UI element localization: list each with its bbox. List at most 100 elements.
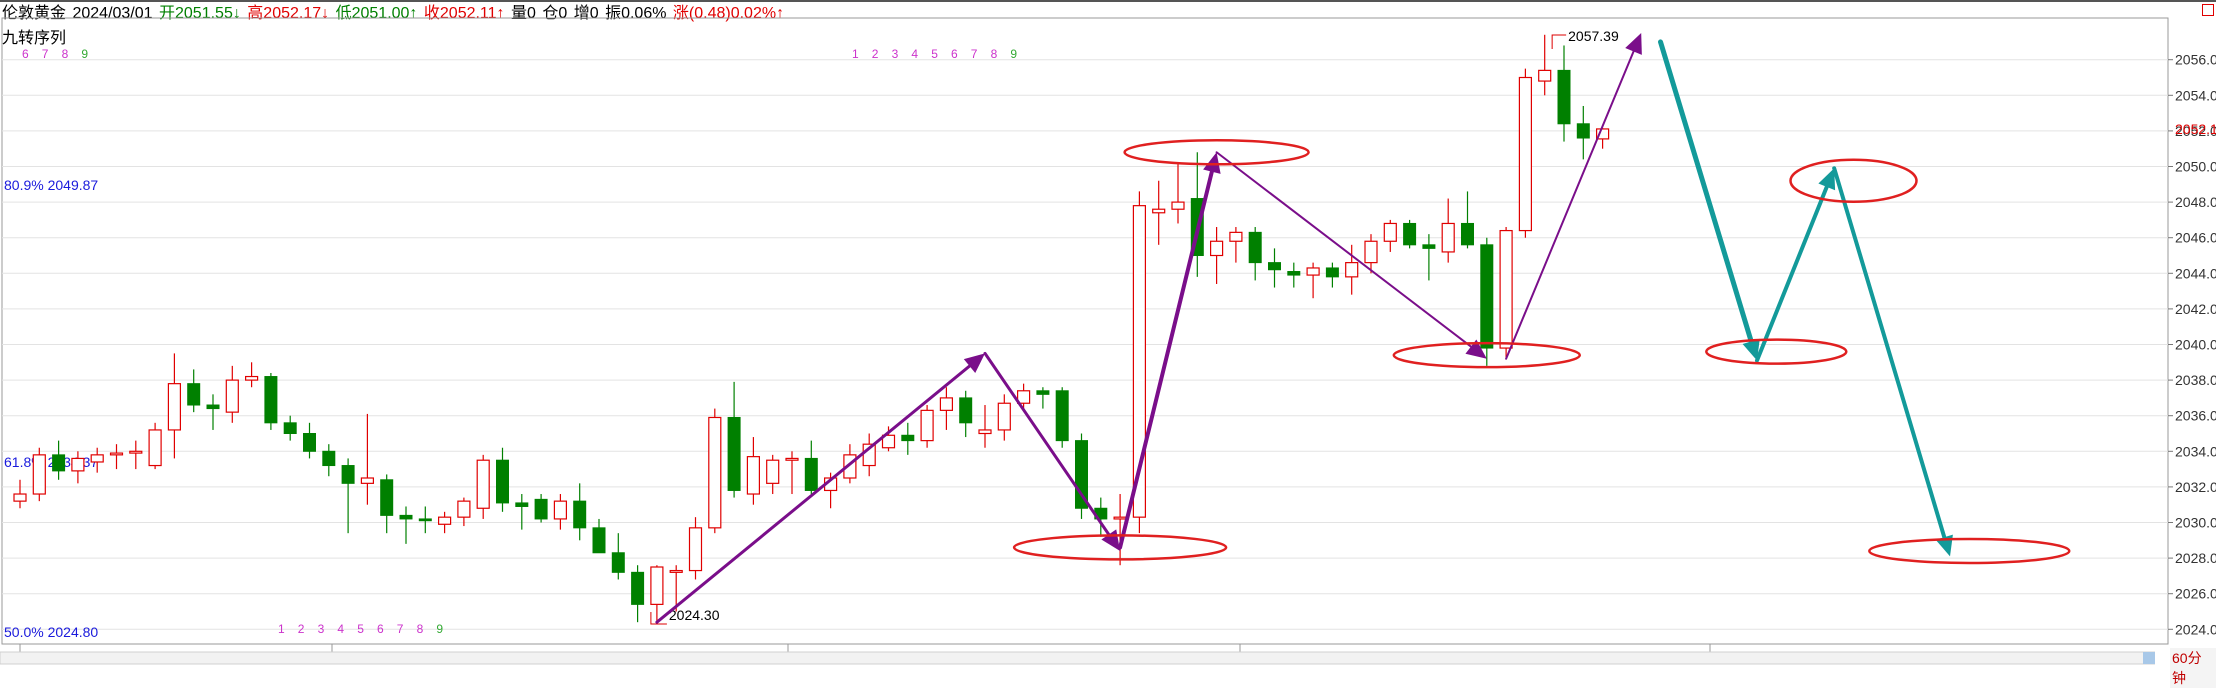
candle [631, 565, 645, 623]
td-digit: 7 [42, 47, 49, 61]
candle [32, 447, 46, 502]
horizontal-scrollbar[interactable] [0, 648, 2155, 668]
candle-body [1499, 229, 1513, 349]
candle-body [225, 379, 239, 413]
fib-level-label: 80.9% 2049.87 [4, 177, 98, 193]
candle-body [534, 498, 548, 520]
candle [109, 444, 124, 470]
td-digit: 9 [436, 622, 443, 636]
candle [592, 518, 606, 554]
y-tick-label: 2030.00 [2175, 515, 2216, 531]
candle [399, 506, 413, 544]
candle-body [1538, 69, 1552, 82]
td-sequence-labels: 6 7 8 9 1 2 3 4 5 6 7 8 91 2 3 4 5 6 7 8 9 [22, 47, 1017, 636]
candle-body [245, 375, 259, 381]
candle [746, 437, 761, 505]
candle-body [1229, 231, 1243, 242]
candle [1036, 387, 1050, 409]
candle [804, 440, 818, 495]
y-tick-label: 2040.00 [2175, 337, 2216, 353]
candle-body [592, 527, 606, 554]
candle [303, 422, 316, 459]
drawn-shapes [655, 33, 2071, 624]
td-digit: 9 [1010, 47, 1017, 61]
candle-body [1248, 231, 1262, 264]
td-digit: 4 [911, 47, 918, 61]
candle-body [727, 416, 741, 491]
candle-body [322, 450, 336, 467]
candle [1480, 237, 1494, 366]
candle [341, 458, 355, 534]
candle [1152, 180, 1166, 245]
candle [534, 494, 548, 523]
last-price-label: 2052.11 [2175, 121, 2216, 137]
candle-body [746, 456, 761, 495]
td-digit: 9 [81, 47, 88, 61]
candle-body [997, 402, 1011, 431]
y-tick-label: 2044.00 [2175, 265, 2216, 281]
td-digit: 2 [872, 47, 879, 61]
trend-arrow [983, 351, 1121, 551]
candle [1499, 227, 1513, 359]
candle-body [959, 397, 973, 424]
candle [1461, 191, 1474, 249]
timeframe-label[interactable]: 60分钟 [2170, 648, 2216, 688]
candle [920, 405, 934, 448]
y-tick-label: 2036.00 [2175, 408, 2216, 424]
plot-frame [1, 17, 2169, 645]
td-digit: 1 [852, 47, 859, 61]
candlestick-chart: 2056.002054.002052.002050.002048.002046.… [0, 0, 2216, 665]
y-tick-label: 2054.00 [2175, 87, 2216, 103]
candle [245, 362, 259, 388]
candle-body [1287, 271, 1301, 276]
candle-body [1403, 222, 1417, 246]
candle [438, 511, 452, 534]
candle [1055, 387, 1069, 448]
candle [129, 440, 143, 470]
candle-body [920, 409, 934, 442]
candle [1248, 227, 1262, 281]
candle-body [766, 459, 780, 484]
candle-body [1113, 516, 1127, 520]
candle-body [1576, 123, 1590, 139]
candle-body [1364, 240, 1378, 264]
candle-body [688, 527, 703, 572]
candle-body [187, 383, 201, 406]
td-digit: 2 [298, 622, 305, 636]
candle [1325, 262, 1339, 288]
candle [1441, 198, 1455, 263]
arrow-shaft [655, 364, 972, 624]
td-digit: 8 [417, 622, 424, 636]
highlight-ellipse [1868, 537, 2071, 565]
high-price-annotation: 2057.39 [1568, 28, 1619, 44]
candle [148, 422, 162, 470]
td-digit: 4 [337, 622, 344, 636]
candle-body [283, 422, 297, 435]
candle-body [1152, 208, 1166, 214]
candle-body [32, 454, 46, 495]
td-digit: 3 [318, 622, 325, 636]
candle [1075, 433, 1088, 519]
candles [13, 34, 1610, 624]
y-tick-label: 2046.00 [2175, 230, 2216, 246]
candle [1576, 105, 1590, 160]
candle [167, 353, 181, 459]
candle [766, 454, 780, 495]
candle [1171, 162, 1185, 224]
candle-body [1461, 222, 1474, 246]
candle-body [631, 571, 645, 605]
candle-body [399, 514, 413, 520]
trend-arrow [655, 353, 985, 624]
candle-body [785, 457, 799, 461]
td-digit: 8 [991, 47, 998, 61]
candle [1268, 248, 1281, 288]
y-tick-label: 2042.00 [2175, 301, 2216, 317]
candle [650, 565, 664, 624]
candle [978, 405, 992, 448]
candle-body [148, 429, 162, 467]
y-tick-label: 2048.00 [2175, 194, 2216, 210]
candle [862, 433, 876, 477]
y-tick-label: 2028.00 [2175, 550, 2216, 566]
td-digit: 6 [377, 622, 384, 636]
low-price-annotation: 2024.30 [669, 607, 720, 623]
